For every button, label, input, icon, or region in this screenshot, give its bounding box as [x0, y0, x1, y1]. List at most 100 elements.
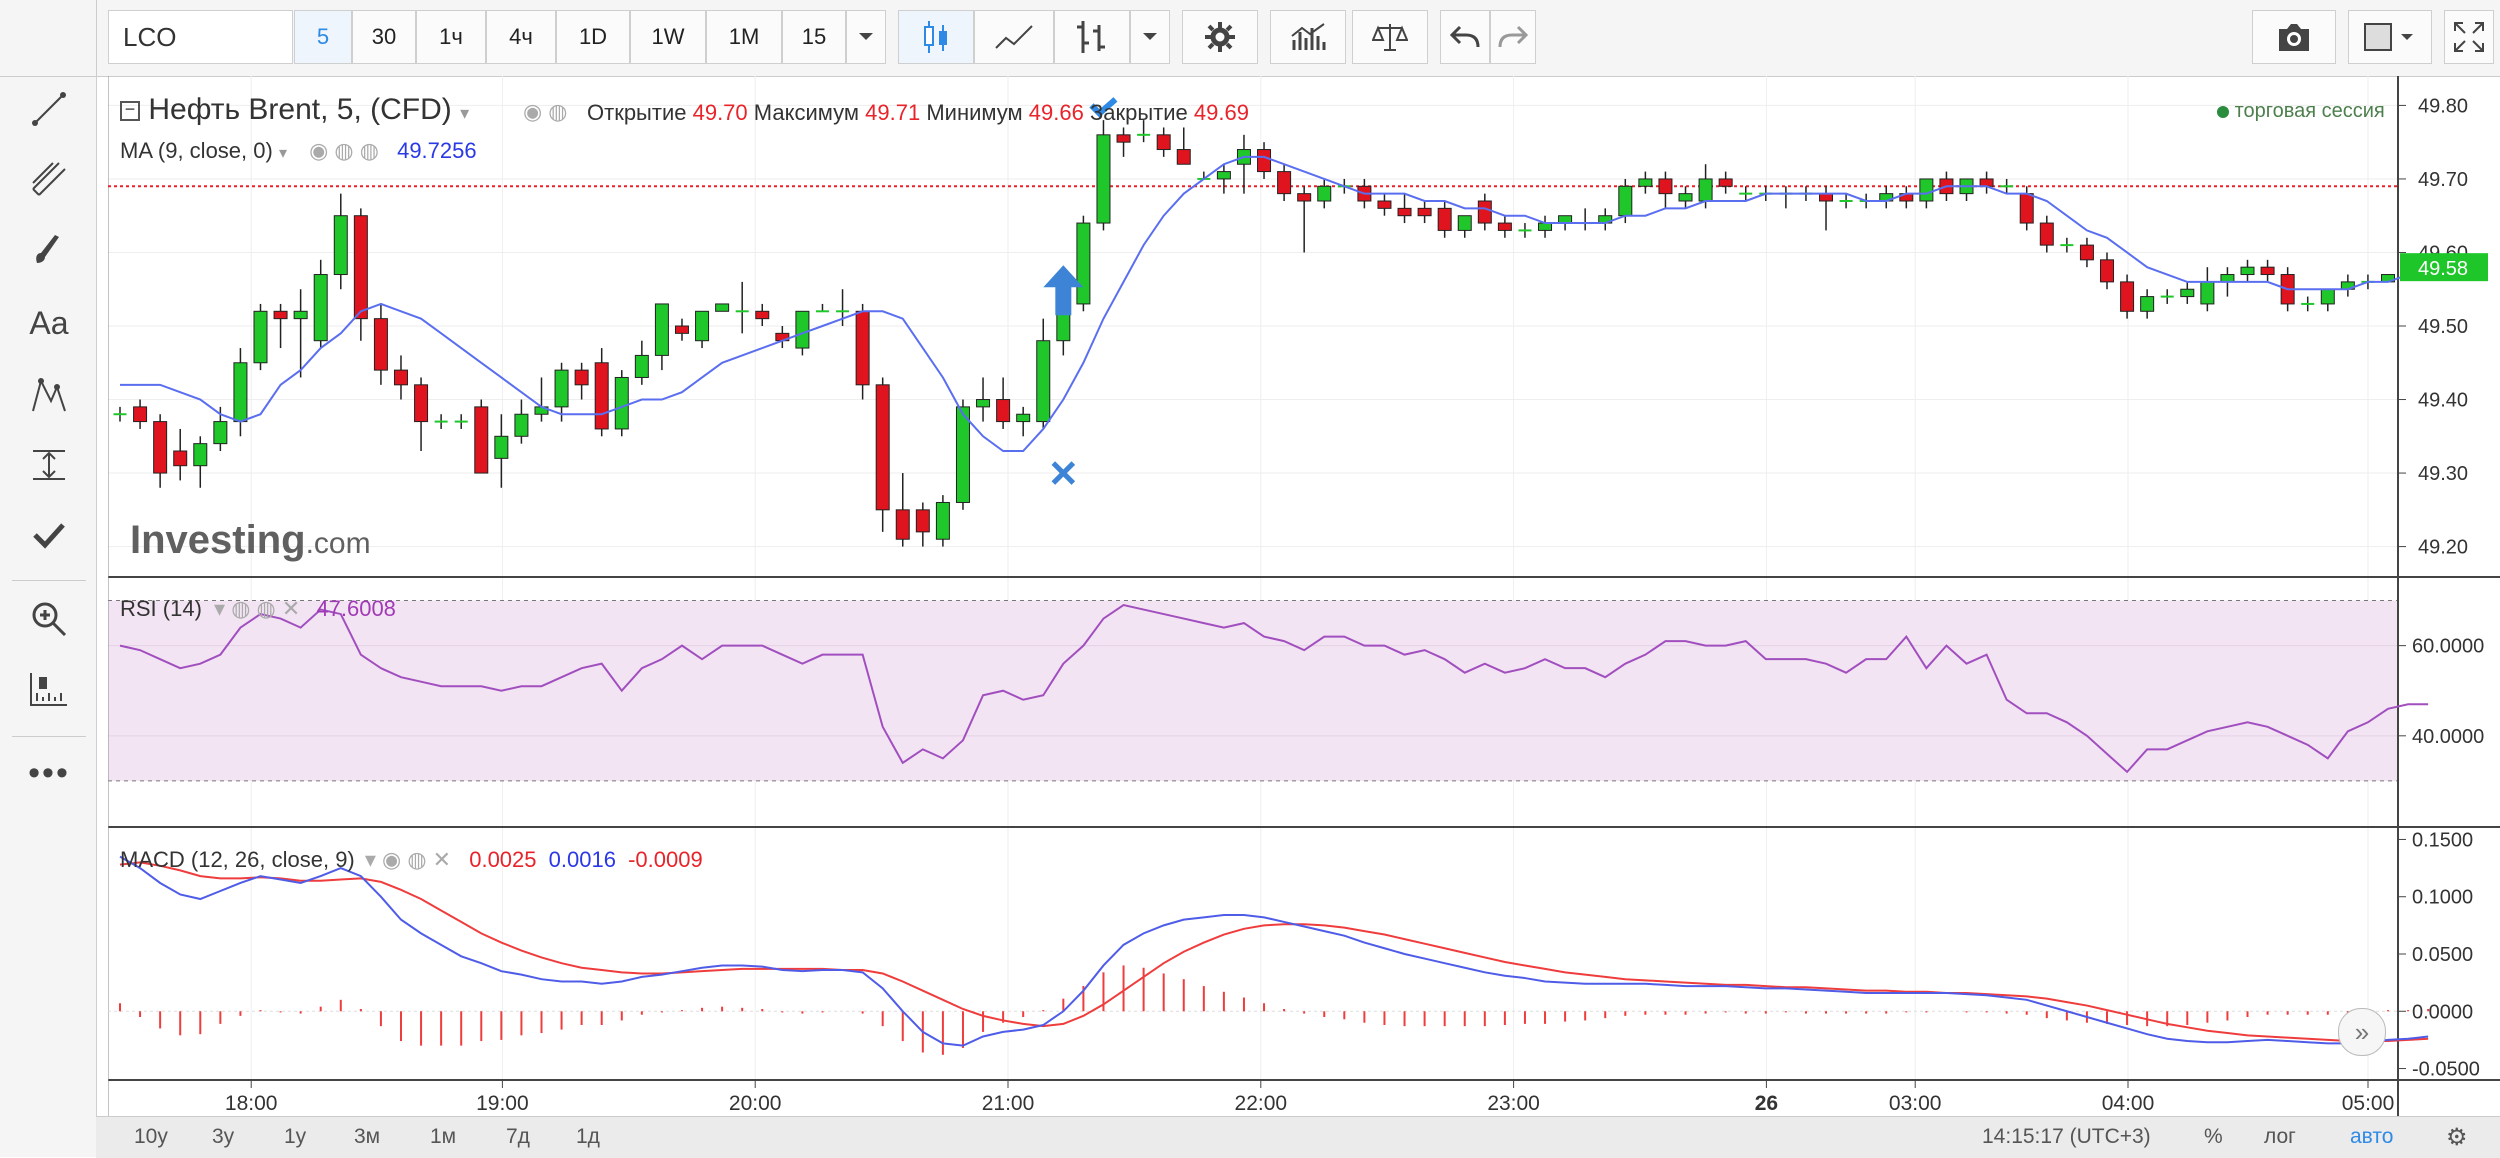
candle-body	[1036, 340, 1051, 423]
price-axis-label: 49.50	[2418, 316, 2468, 338]
fullscreen-icon[interactable]	[2444, 10, 2494, 64]
candle-body	[2180, 288, 2195, 298]
interval-4h-button[interactable]: 4ч	[486, 10, 556, 64]
range-1m-button[interactable]: 1м	[430, 1125, 456, 1149]
macd-label: MACD (12, 26, close, 9)	[120, 847, 355, 872]
undo-icon[interactable]	[1440, 10, 1490, 64]
candle-body	[494, 435, 509, 459]
ma-dropdown-icon[interactable]: ▾	[279, 145, 287, 162]
candle-body	[353, 215, 368, 320]
interval-15-button[interactable]: 15	[782, 10, 846, 64]
interval-5-button[interactable]: 5	[294, 10, 352, 64]
chart-canvas[interactable]: 49.8049.7049.6049.5049.4049.3049.2049.58…	[108, 76, 2500, 1116]
redo-icon[interactable]	[1490, 10, 1536, 64]
macd-signal-line	[119, 861, 2429, 1043]
ohlc-legend: Открытие 49.70 Максимум 49.71 Минимум 49…	[587, 100, 1249, 126]
text-tool-icon[interactable]: Aa	[14, 296, 84, 350]
time-axis-label: 03:00	[1889, 1092, 1942, 1115]
candle-body	[393, 369, 408, 386]
camera-icon[interactable]	[2252, 10, 2336, 64]
percent-toggle[interactable]: %	[2204, 1125, 2223, 1149]
candles-icon[interactable]	[898, 10, 974, 64]
low-label: Минимум	[926, 100, 1023, 125]
candle-body	[474, 406, 489, 474]
range-1d-button[interactable]: 1д	[576, 1125, 600, 1149]
price-axis-label: 49.20	[2418, 537, 2468, 559]
logo-main: Investing	[130, 518, 306, 562]
collapse-icon[interactable]: −	[120, 100, 140, 122]
candle-body	[1678, 193, 1693, 202]
candle-body	[2100, 259, 2115, 283]
candle-body	[1979, 178, 1994, 187]
title-dropdown-icon[interactable]: ▾	[460, 103, 469, 123]
ma-settings-icon[interactable]: ◉ ◍ ◍	[309, 138, 379, 163]
symbol-input[interactable]: LCO	[108, 10, 293, 64]
brush-icon[interactable]	[14, 222, 84, 276]
pitchfork-icon[interactable]	[14, 152, 84, 206]
candle-body	[1076, 222, 1091, 305]
candle-body	[133, 406, 148, 423]
study-templates-icon[interactable]	[1270, 10, 1346, 64]
candle-body	[1156, 134, 1171, 151]
range-3m-button[interactable]: 3м	[354, 1125, 380, 1149]
interval-1w-button[interactable]: 1W	[630, 10, 706, 64]
candle-body	[2240, 266, 2255, 276]
candle-body	[654, 303, 669, 356]
range-1y-button[interactable]: 1y	[284, 1125, 306, 1149]
session-label: торговая сессия	[2234, 100, 2385, 122]
candle-body	[915, 509, 930, 533]
candle-body	[2260, 266, 2275, 276]
auto-toggle[interactable]: авто	[2350, 1125, 2393, 1149]
price-axis-label: 49.80	[2418, 95, 2468, 117]
candle-body	[514, 413, 529, 437]
line-chart-icon[interactable]	[974, 10, 1054, 64]
rsi-band	[108, 600, 2398, 781]
range-3y-button[interactable]: 3y	[212, 1125, 234, 1149]
log-toggle[interactable]: лог	[2264, 1125, 2296, 1149]
more-icon[interactable]: •••	[14, 746, 84, 800]
candle-body	[1377, 200, 1392, 209]
interval-30-button[interactable]: 30	[352, 10, 416, 64]
price-axis-label: 49.30	[2418, 463, 2468, 485]
rsi-settings-icon[interactable]: ▾ ◍ ◍ ✕	[214, 596, 300, 621]
time-axis-label: 05:00	[2342, 1092, 2395, 1115]
checkmark-icon[interactable]	[14, 508, 84, 562]
zoom-icon[interactable]	[14, 592, 84, 646]
range-7d-button[interactable]: 7д	[506, 1125, 530, 1149]
scroll-to-end-icon[interactable]: »	[2338, 1008, 2386, 1056]
rsi-legend: RSI (14) ▾ ◍ ◍ ✕ 47.6008	[120, 596, 396, 622]
layout-icon[interactable]	[2348, 10, 2432, 64]
chart-type-dropdown-icon[interactable]	[1130, 10, 1170, 64]
candle-body	[2140, 296, 2155, 312]
candle-body	[293, 310, 308, 320]
interval-1d-button[interactable]: 1D	[556, 10, 630, 64]
title-eye-icon[interactable]: ◉ ◍	[523, 99, 568, 125]
interval-1m-button[interactable]: 1M	[706, 10, 782, 64]
range-10y-button[interactable]: 10y	[134, 1125, 168, 1149]
trend-line-icon[interactable]	[14, 82, 84, 136]
bottom-settings-gear-icon[interactable]: ⚙	[2446, 1123, 2468, 1152]
last-price-label: 49.58	[2418, 258, 2468, 280]
ma-value: 49.7256	[397, 138, 477, 163]
interval-1h-button[interactable]: 1ч	[416, 10, 486, 64]
range-bar: 10y 3y 1y 3м 1м 7д 1д 14:15:17 (UTC+3) %…	[96, 1116, 2500, 1158]
settings-gear-icon[interactable]	[1182, 10, 1258, 64]
candle-body	[1477, 200, 1492, 224]
candle-body	[2019, 193, 2034, 224]
candle-body	[273, 310, 288, 320]
candle-body	[574, 369, 589, 386]
macd-settings-icon[interactable]: ▾ ◉ ◍ ✕	[365, 847, 451, 872]
candle-body	[955, 406, 970, 503]
macd-axis-label: 0.1500	[2412, 829, 2473, 851]
macd-axis-label: 0.0000	[2412, 1001, 2473, 1023]
ruler-icon[interactable]	[14, 662, 84, 716]
candle-body	[895, 509, 910, 540]
measure-icon[interactable]	[14, 438, 84, 492]
compare-scales-icon[interactable]	[1352, 10, 1428, 64]
time-axis-label: 23:00	[1487, 1092, 1540, 1115]
pattern-icon[interactable]	[14, 368, 84, 422]
interval-dropdown-icon[interactable]	[846, 10, 886, 64]
indicators-icon[interactable]	[1054, 10, 1130, 64]
candle-body	[2039, 222, 2054, 246]
macd-value-2: 0.0016	[548, 847, 616, 872]
